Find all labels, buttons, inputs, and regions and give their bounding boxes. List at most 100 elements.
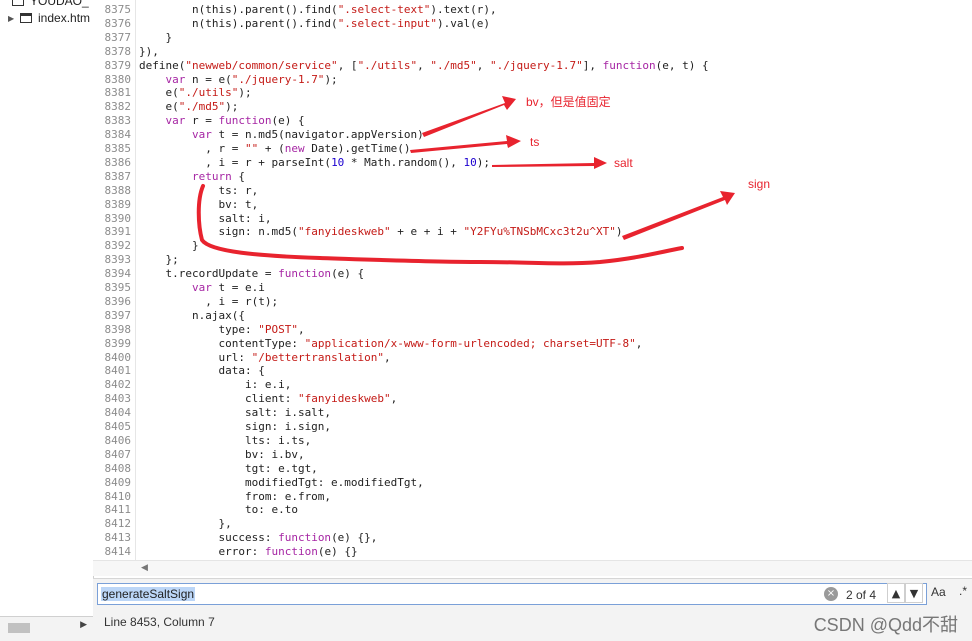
match-case-button[interactable]: Aa [931,585,946,599]
code-line[interactable]: 8394 t.recordUpdate = function(e) { [93,267,365,281]
code-line[interactable]: 8386 , i = r + parseInt(10 * Math.random… [93,155,491,170]
line-number: 8405 [104,420,132,433]
code-line[interactable]: 8401 data: { [93,364,265,378]
code-line[interactable]: 8393 }; [93,253,179,267]
line-number: 8379 [104,58,132,72]
line-number: 8396 [104,294,132,308]
line-number: 8376 [104,16,132,30]
code-line[interactable]: 8383 var r = function(e) { [93,114,305,128]
line-number: 8403 [104,392,132,406]
search-input[interactable]: generateSaltSign × 2 of 4 [97,583,927,605]
code-line[interactable]: 8398 type: "POST", [93,323,305,337]
code-token: "newweb/common/service" [185,58,338,72]
code-editor[interactable]: 8375 n(this).parent().find(".select-text… [93,0,972,560]
code-token: ); [324,72,338,86]
line-number: 8382 [104,100,132,114]
code-line[interactable]: 8413 success: function(e) {}, [93,531,378,545]
code-line[interactable]: 8402 i: e.i, [93,378,292,392]
regex-button[interactable]: .* [959,584,967,598]
code-line[interactable]: 8376 n(this).parent().find(".select-inpu… [93,16,491,31]
code-token: (e) {} [317,545,358,559]
code-token: ], [582,58,603,72]
code-token: r = [185,114,219,128]
line-number: 8385 [104,142,132,155]
line-number: 8377 [104,30,132,44]
code-line[interactable]: 8414 error: function(e) {} [93,545,358,559]
clear-icon[interactable]: × [824,587,838,601]
code-token: function [218,114,272,128]
code-line[interactable]: 8406 lts: i.ts, [93,434,312,448]
line-number: 8407 [104,447,132,461]
line-number: 8399 [104,336,132,350]
annotation-bv: bv，但是值固定 [526,95,611,109]
code-token: "./md5" [178,100,226,114]
code-line[interactable]: 8380 var n = e("./jquery-1.7"); [93,73,338,87]
code-token: type: [139,322,259,336]
line-number: 8398 [104,322,132,336]
code-token: ".select-text" [337,3,431,16]
code-line[interactable]: 8405 sign: i.sign, [93,420,332,434]
code-line[interactable]: 8379 define("newweb/common/service", ["./… [93,59,709,73]
code-line[interactable]: 8381 e("./utils"); [93,86,252,100]
code-line[interactable]: 8384 var t = n.md5(navigator.appVersion) [93,128,424,142]
tree-item-index-file[interactable]: ▶ index.htm [8,9,90,27]
code-line[interactable]: 8392 } [93,239,199,253]
code-line[interactable]: 8410 from: e.from, [93,490,332,504]
code-token: t = e.i [211,281,265,294]
code-token: ).text(r), [430,3,497,16]
code-line[interactable]: 8388 ts: r, [93,184,259,198]
scrollbar-thumb[interactable] [8,623,30,633]
next-match-button[interactable]: ▼ [905,583,923,603]
code-token: n(this).parent().find( [139,16,338,30]
code-token: ); [476,155,491,169]
horizontal-scrollbar[interactable]: ◀ [93,560,972,576]
match-count: 2 of 4 [846,588,877,602]
code-token: t = n.md5(navigator.appVersion) [211,128,424,142]
code-line[interactable]: 8400 url: "/bettertranslation", [93,351,391,365]
code-token: { [231,169,245,183]
code-line[interactable]: 8387 return { [93,170,245,184]
scroll-right-arrow-icon[interactable]: ▶ [80,620,87,630]
code-line[interactable]: 8408 tgt: e.tgt, [93,462,318,476]
code-token: var [139,128,212,142]
line-number: 8393 [104,253,132,267]
code-line[interactable]: 8390 salt: i, [93,212,272,226]
code-line[interactable]: 8391 sign: n.md5("fanyideskweb" + e + i … [93,225,623,239]
code-line[interactable]: 8375 n(this).parent().find(".select-text… [93,3,497,17]
annotation-ts: ts [530,135,540,149]
code-line[interactable]: 8399 contentType: "application/x-www-for… [93,336,643,351]
code-line[interactable]: 8412 }, [93,517,232,531]
code-line[interactable]: 8395 var t = e.i [93,281,265,295]
code-line[interactable]: 8407 bv: i.bv, [93,448,305,462]
code-token: , [390,392,398,406]
previous-match-button[interactable]: ▲ [887,583,905,603]
code-line[interactable]: 8377 } [93,30,173,45]
code-token: i: e.i, [139,378,292,392]
code-line[interactable]: 8404 salt: i.salt, [93,406,332,420]
code-token: "./utils" [178,86,239,100]
code-line[interactable]: 8378}), [93,45,159,59]
code-token: Date).getTime() [304,142,411,155]
code-token: sign: i.sign, [139,420,332,433]
code-token: n.ajax({ [139,308,245,322]
line-number: 8411 [104,503,132,517]
code-line[interactable]: 8403 client: "fanyideskweb", [93,392,398,406]
code-line[interactable]: 8389 bv: t, [93,198,259,212]
code-line[interactable]: 8397 n.ajax({ [93,309,245,323]
code-line[interactable]: 8396 , i = r(t); [93,294,279,309]
line-number: 8375 [104,3,132,16]
code-token: client: [139,392,298,406]
code-line[interactable]: 8411 to: e.to [93,503,298,517]
code-token: }), [139,44,159,58]
expand-arrow-icon[interactable]: ▶ [8,14,18,23]
sidebar-scrollbar[interactable]: ▶ [0,616,93,641]
code-line[interactable]: 8382 e("./md5"); [93,100,239,114]
folder-icon [12,0,24,6]
code-token: error: [139,545,265,559]
scroll-left-arrow-icon[interactable]: ◀ [141,563,148,573]
chevron-down-icon: ▼ [909,587,919,600]
code-token: 10 [331,155,345,169]
code-line[interactable]: 8385 , r = "" + (new Date).getTime() [93,142,411,156]
code-line[interactable]: 8409 modifiedTgt: e.modifiedTgt, [93,476,424,490]
line-number: 8395 [104,281,132,294]
